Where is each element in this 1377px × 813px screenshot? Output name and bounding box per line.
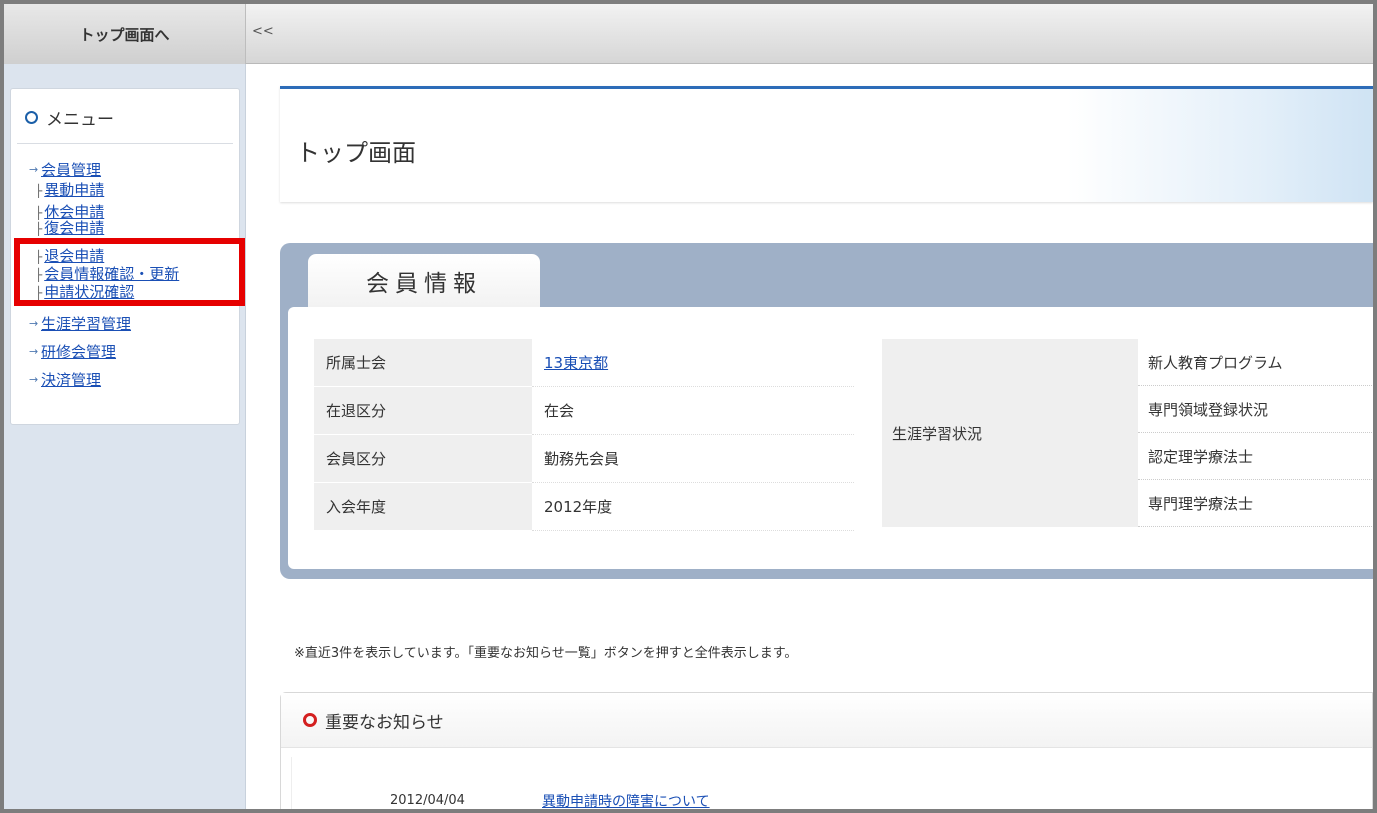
label-lifelong-learning: 生涯学習状況 xyxy=(882,339,1138,527)
lifelong-item: 専門領域登録状況 xyxy=(1138,386,1373,433)
notice-date: 2012/04/04 xyxy=(390,793,465,808)
arrow-right-icon: → xyxy=(29,345,39,358)
arrow-right-icon: → xyxy=(29,373,39,386)
table-row: 会員区分 勤務先会員 xyxy=(314,435,854,483)
tab-member-info[interactable]: 会員情報 xyxy=(308,254,540,308)
arrow-right-icon: → xyxy=(29,163,39,176)
menu-item-training-management[interactable]: 研修会管理 xyxy=(41,341,116,363)
circle-bullet-icon xyxy=(303,713,317,727)
notice-list-item: 2012/04/04 異動申請時の障害について xyxy=(291,757,1372,809)
table-row: 在退区分 在会 xyxy=(314,387,854,435)
value-member-type: 勤務先会員 xyxy=(532,435,854,483)
highlight-box xyxy=(14,238,245,306)
label-status: 在退区分 xyxy=(314,387,532,435)
important-notices-panel: 重要なお知らせ 2012/04/04 異動申請時の障害について xyxy=(280,692,1373,809)
notice-link[interactable]: 異動申請時の障害について xyxy=(542,794,710,809)
submenu-return-application[interactable]: 復会申請 xyxy=(44,219,104,237)
menu-item-lifelong-learning[interactable]: 生涯学習管理 xyxy=(41,313,131,335)
sidebar: メニュー → 会員管理 異動申請 休会申請 復会申請 退会申請 会員情報確認・更… xyxy=(4,64,246,809)
menu-item-payment-management[interactable]: 決済管理 xyxy=(41,369,101,391)
page-header: トップ画面 xyxy=(280,86,1373,202)
branch-link[interactable]: 13東京都 xyxy=(544,352,608,373)
browser-frame: トップ画面へ << メニュー → 会員管理 異動申請 休会申請 復会申請 xyxy=(0,0,1377,813)
arrow-right-icon: → xyxy=(29,317,39,330)
member-info-body: 所属士会 13東京都 在退区分 在会 会員区分 勤務先会員 入会年度 2012年… xyxy=(288,307,1373,569)
circle-bullet-icon xyxy=(25,111,38,124)
member-info-panel: 会員情報 所属士会 13東京都 在退区分 在会 会員区分 勤務先会員 入会年度 … xyxy=(280,243,1373,579)
menu-title: メニュー xyxy=(46,110,114,130)
submenu-transfer-application[interactable]: 異動申請 xyxy=(44,181,104,199)
lifelong-item: 専門理学療法士 xyxy=(1138,480,1373,527)
menu-heading: メニュー xyxy=(25,105,114,130)
notices-header: 重要なお知らせ xyxy=(281,693,1372,748)
notices-title: 重要なお知らせ xyxy=(325,712,444,733)
collapse-sidebar-button[interactable]: << xyxy=(252,24,274,39)
top-page-button[interactable]: トップ画面へ xyxy=(4,4,246,64)
value-join-year: 2012年度 xyxy=(532,483,854,531)
lifelong-item: 新人教育プログラム xyxy=(1138,339,1373,386)
value-status: 在会 xyxy=(532,387,854,435)
label-branch: 所属士会 xyxy=(314,339,532,387)
notice-hint: ※直近3件を表示しています。「重要なお知らせ一覧」ボタンを押すと全件表示します。 xyxy=(294,646,798,661)
page-title: トップ画面 xyxy=(296,139,416,167)
label-member-type: 会員区分 xyxy=(314,435,532,483)
label-join-year: 入会年度 xyxy=(314,483,532,531)
top-bar: トップ画面へ << xyxy=(4,4,1373,64)
lifelong-item: 認定理学療法士 xyxy=(1138,433,1373,480)
table-row: 入会年度 2012年度 xyxy=(314,483,854,531)
lifelong-learning-table: 生涯学習状況 新人教育プログラム 専門領域登録状況 認定理学療法士 専門理学療法… xyxy=(882,339,1373,527)
menu-divider xyxy=(17,143,233,144)
member-info-table: 所属士会 13東京都 在退区分 在会 会員区分 勤務先会員 入会年度 2012年… xyxy=(314,339,854,531)
table-row: 所属士会 13東京都 xyxy=(314,339,854,387)
menu-item-member-management[interactable]: 会員管理 xyxy=(41,159,101,181)
